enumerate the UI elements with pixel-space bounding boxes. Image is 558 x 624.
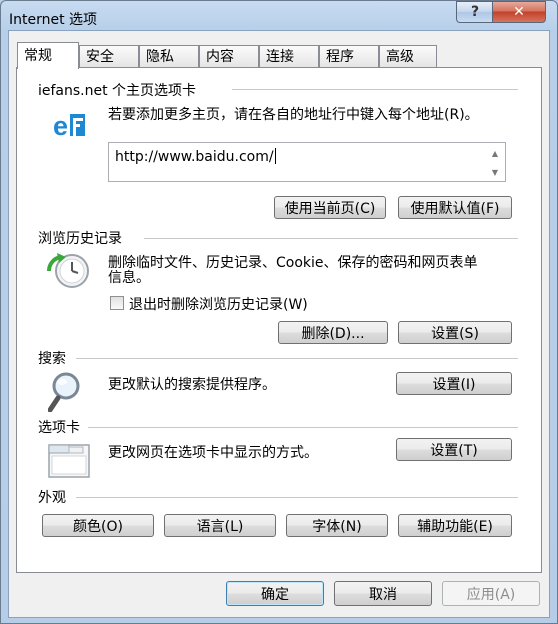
tabs-separator [88, 427, 518, 428]
homepage-url-textarea[interactable]: http://www.baidu.com/ ▲ ▼ [108, 142, 506, 182]
history-clock-icon [46, 251, 91, 295]
search-description: 更改默认的搜索提供程序。 [108, 377, 276, 393]
delete-history-button[interactable]: 删除(D)... [278, 321, 388, 344]
scroll-down-arrow-icon[interactable]: ▼ [487, 165, 503, 179]
history-group-label: 浏览历史记录 [38, 228, 126, 248]
tab-privacy[interactable]: 隐私 [139, 45, 199, 67]
appearance-group-label: 外观 [38, 487, 70, 507]
close-button[interactable]: ✕ [492, 1, 546, 23]
tabs-description: 更改网页在选项卡中显示的方式。 [108, 445, 318, 461]
tab-general[interactable]: 常规 [17, 42, 79, 69]
window-title: Internet 选项 [9, 12, 98, 28]
magnifier-icon [47, 370, 90, 416]
colors-button[interactable]: 颜色(O) [42, 514, 154, 537]
tabbed-window-icon [48, 441, 90, 483]
homepage-separator [232, 89, 518, 90]
fonts-button[interactable]: 字体(N) [286, 514, 388, 537]
appearance-separator [76, 497, 518, 498]
cancel-button[interactable]: 取消 [334, 581, 432, 606]
languages-button[interactable]: 语言(L) [164, 514, 276, 537]
accessibility-button[interactable]: 辅助功能(E) [398, 514, 512, 537]
history-separator [144, 238, 518, 239]
use-current-button[interactable]: 使用当前页(C) [274, 196, 386, 219]
tabs-group-label: 选项卡 [38, 417, 84, 437]
homepage-description: 若要添加更多主页，请在各自的地址行中键入每个地址(R)。 [108, 107, 479, 123]
tab-programs[interactable]: 程序 [319, 45, 379, 67]
homepage-group-label: iefans.net 个主页选项卡 [38, 80, 201, 100]
apply-button[interactable]: 应用(A) [442, 581, 540, 606]
scroll-up-arrow-icon[interactable]: ▲ [487, 146, 503, 160]
ok-button[interactable]: 确定 [226, 581, 324, 606]
svg-text:e: e [53, 111, 68, 140]
tab-advanced[interactable]: 高级 [379, 45, 437, 67]
history-settings-button[interactable]: 设置(S) [398, 321, 512, 344]
history-description-line2: 信息。 [108, 270, 150, 286]
tabs-settings-button[interactable]: 设置(T) [396, 438, 512, 461]
tab-security[interactable]: 安全 [79, 45, 139, 67]
tab-content[interactable]: 内容 [199, 45, 259, 67]
delete-on-exit-label: 退出时删除浏览历史记录(W) [129, 297, 308, 313]
delete-on-exit-checkbox[interactable] [110, 296, 124, 310]
help-button[interactable]: ? [456, 1, 494, 23]
ie-logo-icon: e [52, 108, 86, 144]
search-group-label: 搜索 [38, 348, 70, 368]
history-description-line1: 删除临时文件、历史记录、Cookie、保存的密码和网页表单 [108, 255, 478, 271]
tab-connections[interactable]: 连接 [259, 45, 319, 67]
search-settings-button[interactable]: 设置(I) [396, 372, 512, 395]
use-default-button[interactable]: 使用默认值(F) [398, 196, 512, 219]
homepage-url-value: http://www.baidu.com/ [115, 148, 276, 165]
search-separator [76, 358, 518, 359]
